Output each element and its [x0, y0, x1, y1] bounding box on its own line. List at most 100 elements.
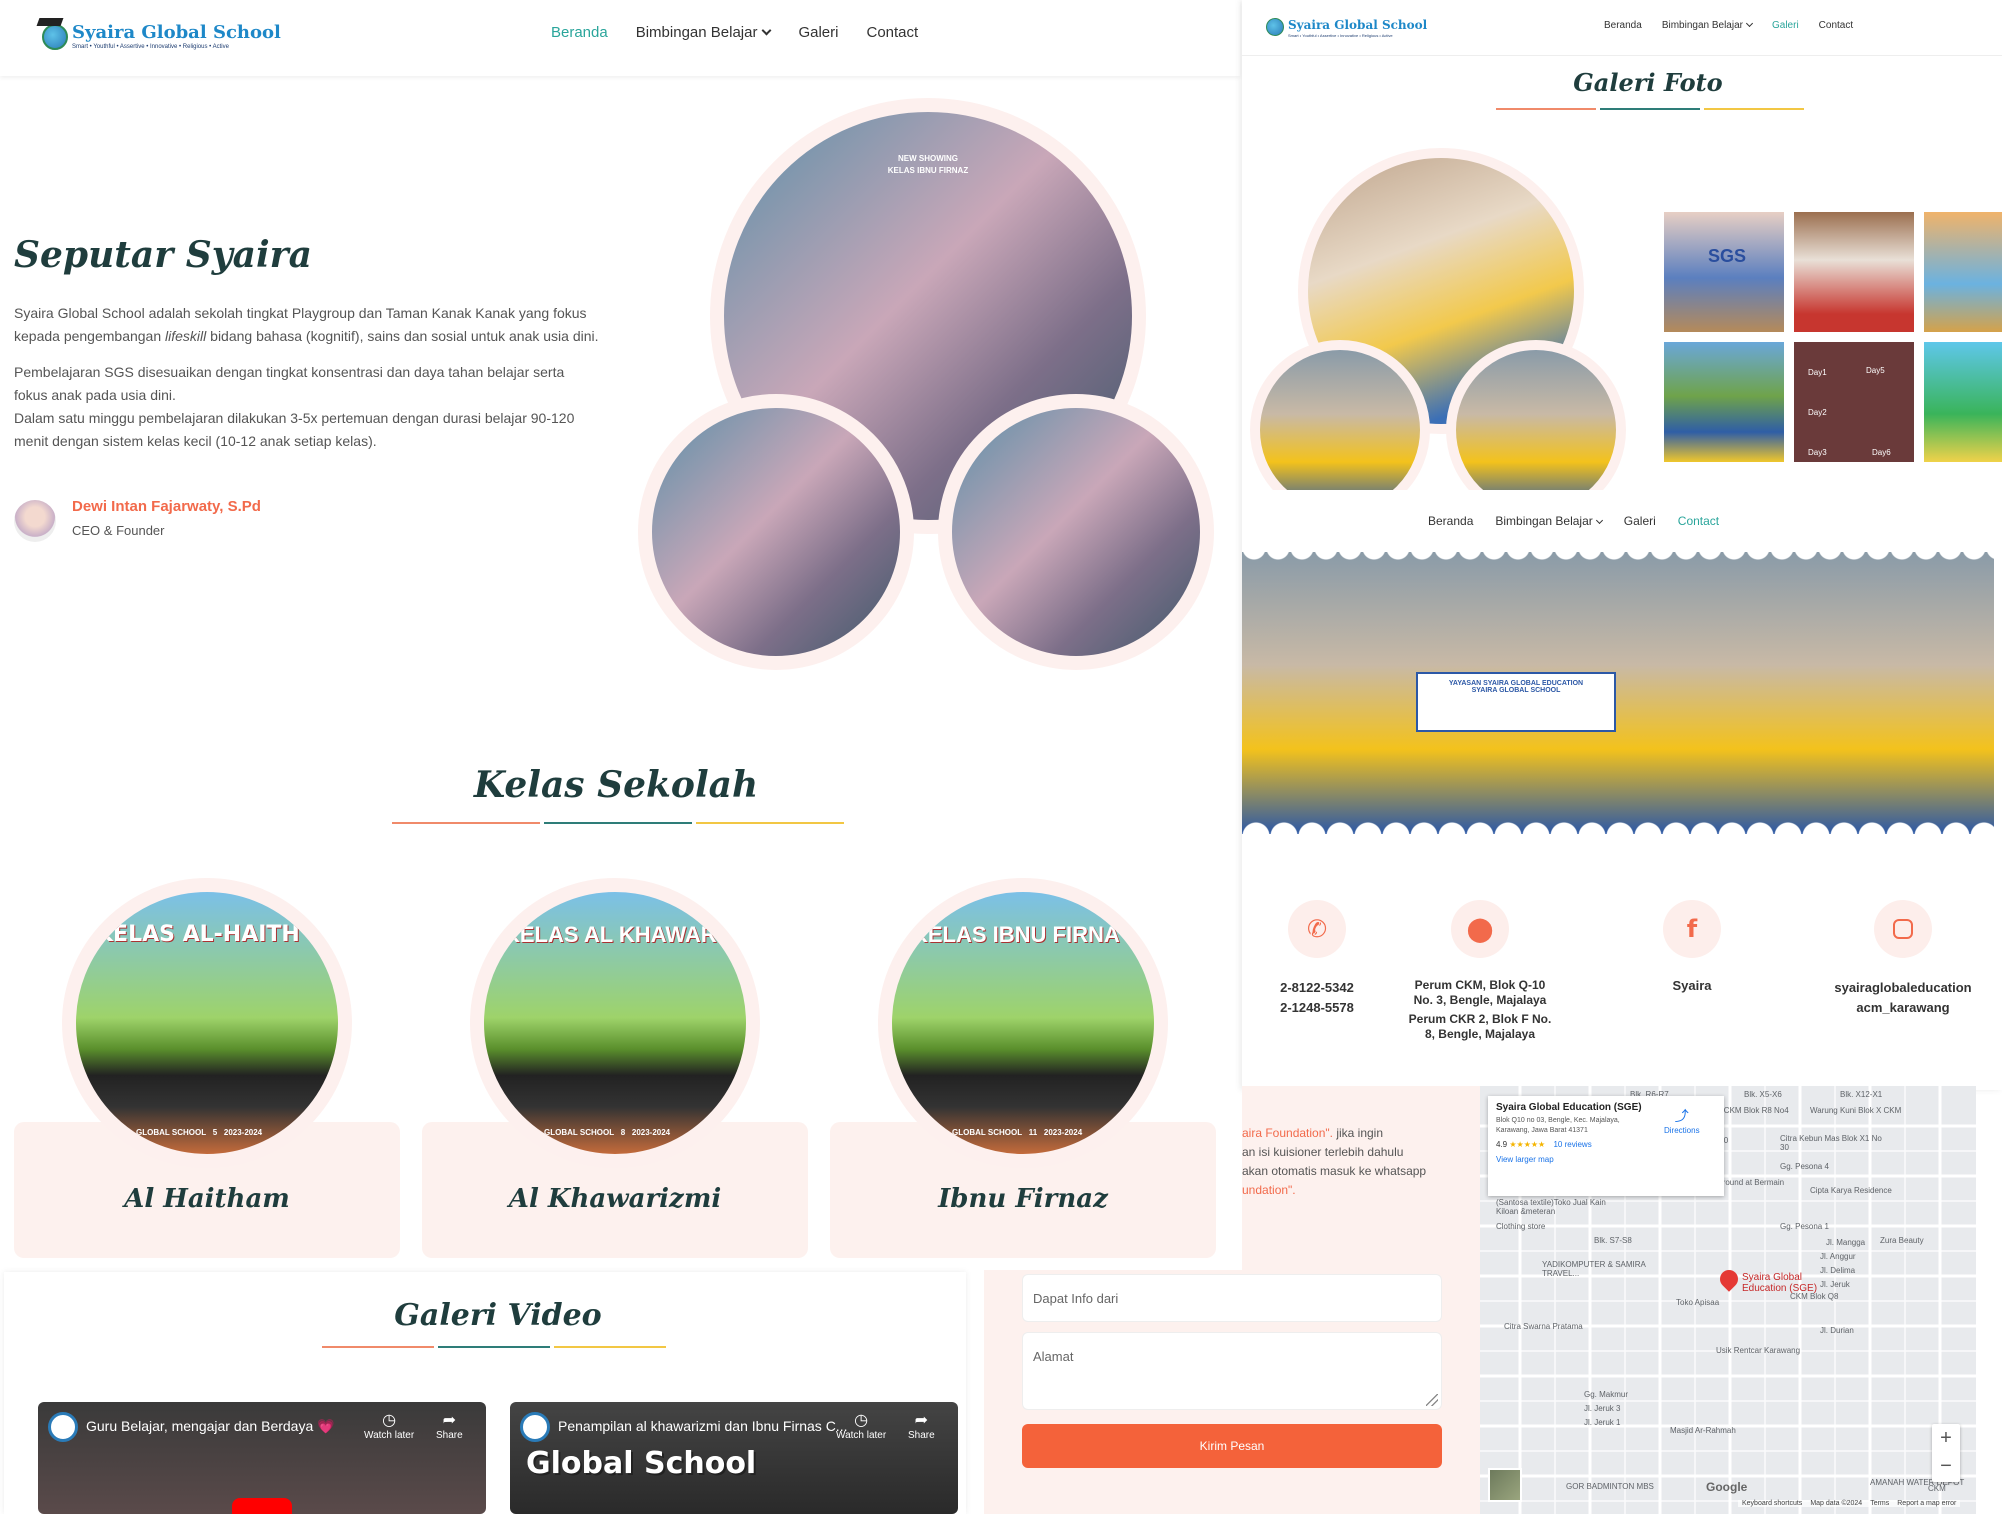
gallery-nav: Beranda Bimbingan Belajar Galeri Contact — [1604, 19, 1853, 31]
contact-nav-beranda[interactable]: Beranda — [1428, 514, 1473, 528]
channel-avatar-2[interactable] — [520, 1412, 550, 1442]
gallery-title-underline — [1494, 108, 1806, 110]
gallery-thumb-6[interactable] — [1924, 342, 2002, 462]
video-title-underline — [320, 1346, 668, 1348]
map-label: Blk. X12-X1 — [1840, 1090, 1883, 1099]
submit-button[interactable]: Kirim Pesan — [1022, 1424, 1442, 1468]
contact-nav-galeri[interactable]: Galeri — [1624, 514, 1656, 528]
textarea-resize-handle[interactable] — [1426, 1394, 1438, 1406]
contact-nav-contact[interactable]: Contact — [1678, 514, 1719, 528]
form-note-4[interactable]: undation". — [1242, 1181, 1452, 1200]
day-label-2: Day2 — [1808, 408, 1827, 417]
gallery-thumb-2[interactable] — [1794, 212, 1914, 332]
form-note-1-text: jika ingin — [1332, 1126, 1384, 1140]
phone-2[interactable]: 2-1248-5578 — [1242, 998, 1392, 1018]
map-stars: ★★★★★ — [1509, 1140, 1546, 1149]
chevron-down-icon — [1595, 516, 1603, 525]
form-note-1-link[interactable]: aira Foundation". — [1242, 1126, 1333, 1140]
logo[interactable]: Syaira Global School Smart • Youthful • … — [36, 18, 281, 58]
nav-beranda[interactable]: Beranda — [551, 24, 608, 41]
clock-icon: ◷ — [382, 1412, 397, 1429]
nav-bimbingan-label: Bimbingan Belajar — [635, 24, 758, 41]
share-2[interactable]: ➦ Share — [908, 1410, 935, 1441]
map-directions[interactable]: ⤴ Directions — [1664, 1106, 1700, 1135]
map-satellite-toggle[interactable] — [1488, 1468, 1522, 1502]
gallery-brand-name: Syaira Global School — [1288, 18, 1428, 32]
channel-avatar-1[interactable] — [48, 1412, 78, 1442]
phone-1[interactable]: 2-8122-5342 — [1242, 978, 1392, 998]
map-info-card: Syaira Global Education (SGE) Blok Q10 n… — [1488, 1096, 1724, 1196]
map-reviews-link[interactable]: 10 reviews — [1553, 1140, 1591, 1149]
video-player-1[interactable]: Guru Belajar, mengajar dan Berdaya 💗 ◷ Wa… — [38, 1402, 486, 1514]
gallery-nav-bimbingan[interactable]: Bimbingan Belajar — [1662, 19, 1754, 31]
map-label: Usik Rentcar Karawang — [1716, 1346, 1801, 1355]
address-1: Perum CKM, Blok Q-10 No. 3, Bengle, Maja… — [1413, 978, 1547, 1007]
nav-galeri[interactable]: Galeri — [798, 24, 838, 41]
address-textarea[interactable]: Alamat — [1022, 1332, 1442, 1410]
map-zoom-control: + − — [1932, 1424, 1960, 1482]
zoom-in-button[interactable]: + — [1932, 1424, 1960, 1452]
class-footer-3: GLOBAL SCHOOL 11 2023-2024 — [952, 1128, 1082, 1137]
gallery-thumb-4[interactable] — [1664, 342, 1784, 462]
gallery-nav-galeri[interactable]: Galeri — [1772, 20, 1799, 31]
map-place-address: Blok Q10 no 03, Bengle, Kec. Majalaya, K… — [1496, 1117, 1620, 1134]
main-header: Syaira Global School Smart • Youthful • … — [0, 0, 1240, 76]
map-footer-report[interactable]: Report a map error — [1897, 1500, 1956, 1507]
contact-facebook[interactable]: f Syaira — [1618, 900, 1766, 993]
class-footer-num-2: 8 — [620, 1128, 626, 1137]
class-footer-num-1: 5 — [212, 1128, 218, 1137]
form-note-1: aira Foundation". jika ingin — [1242, 1124, 1452, 1143]
nav-bimbingan-belajar[interactable]: Bimbingan Belajar — [635, 24, 772, 41]
about-p1b: bidang bahasa (kognitif), sains dan sosi… — [206, 328, 599, 344]
map-label: Jl. Jeruk 3 — [1584, 1404, 1621, 1413]
share-icon: ➦ — [442, 1412, 457, 1429]
founder-role: CEO & Founder — [72, 523, 165, 538]
video-player-2[interactable]: Penampilan al khawarizmi dan Ibnu Firnas… — [510, 1402, 958, 1514]
zoom-out-button[interactable]: − — [1932, 1452, 1960, 1480]
gallery-thumb-1[interactable]: SGS — [1664, 212, 1784, 332]
class-footer-year-2: 2023-2024 — [631, 1128, 671, 1137]
map-label: GOR BADMINTON MBS — [1566, 1482, 1654, 1491]
map-label: Gg. Pesona 4 — [1780, 1162, 1829, 1171]
map-embed[interactable]: Blk. R6-R7 Blk. X5-X6 Blk. X12-X1 Perum CKM… — [1480, 1086, 1976, 1514]
video-title-1[interactable]: Guru Belajar, mengajar dan Berdaya 💗 — [86, 1418, 335, 1435]
gallery-nav-beranda[interactable]: Beranda — [1604, 20, 1642, 31]
map-label: Jl. Jeruk 1 — [1584, 1418, 1621, 1427]
map-label: Jl. Durian — [1820, 1326, 1854, 1335]
share-1[interactable]: ➦ Share — [436, 1410, 463, 1441]
map-label: (Santosa textile)Toko Jual Kain Kiloan &… — [1496, 1198, 1606, 1216]
chevron-down-icon — [762, 25, 772, 36]
class-photo-3: KELAS IBNU FIRNA GLOBAL SCHOOL 11 2023-2… — [878, 878, 1168, 1168]
map-label: Toko Apisaa — [1676, 1298, 1720, 1307]
class-footer-year-3: 2023-2024 — [1043, 1128, 1083, 1137]
watch-later-1[interactable]: ◷ Watch later — [364, 1410, 414, 1441]
gallery-nav-contact[interactable]: Contact — [1819, 20, 1853, 31]
phone-icon: ✆ — [1288, 900, 1346, 958]
day-label-5: Day5 — [1866, 366, 1885, 375]
nav-contact[interactable]: Contact — [866, 24, 918, 41]
info-source-field[interactable]: Dapat Info dari — [1022, 1274, 1442, 1322]
clock-icon: ◷ — [854, 1412, 869, 1429]
watch-later-2[interactable]: ◷ Watch later — [836, 1410, 886, 1441]
contact-nav-bimbingan[interactable]: Bimbingan Belajar — [1495, 514, 1603, 528]
class-footer-2: GLOBAL SCHOOL 8 2023-2024 — [544, 1128, 670, 1137]
video-title-2[interactable]: Penampilan al khawarizmi dan Ibnu Firnas… — [558, 1418, 847, 1434]
contact-phone: ✆ 2-8122-5342 2-1248-5578 — [1242, 900, 1392, 1018]
map-label: Clothing store — [1496, 1222, 1546, 1231]
map-label: CKM — [1928, 1484, 1946, 1493]
gallery-thumb-5[interactable]: Day1 Day5 Day2 Day3 Day6 — [1794, 342, 1914, 462]
play-button-1[interactable] — [232, 1498, 292, 1514]
map-footer-shortcuts[interactable]: Keyboard shortcuts — [1742, 1500, 1802, 1507]
facebook-name: Syaira — [1672, 978, 1712, 993]
google-logo: Google — [1706, 1480, 1748, 1494]
map-label: Masjid Ar-Rahmah — [1670, 1426, 1736, 1435]
video-overlay-2: Global School — [526, 1446, 757, 1481]
gallery-thumb-3[interactable] — [1924, 212, 2002, 332]
gallery-logo[interactable]: Syaira Global School Smart • Youthful • … — [1264, 14, 1434, 44]
map-larger-link[interactable]: View larger map — [1496, 1155, 1716, 1164]
class-name-1: Al Haitham — [124, 1184, 290, 1214]
form-note-2: an isi kuisioner terlebih dahulu — [1242, 1145, 1404, 1159]
map-footer-terms[interactable]: Terms — [1870, 1500, 1889, 1507]
photo-caption-2: KELAS IBNU FIRNAZ — [887, 166, 969, 175]
contact-instagram[interactable]: syairaglobaleducation acm_karawang — [1820, 900, 1986, 1018]
